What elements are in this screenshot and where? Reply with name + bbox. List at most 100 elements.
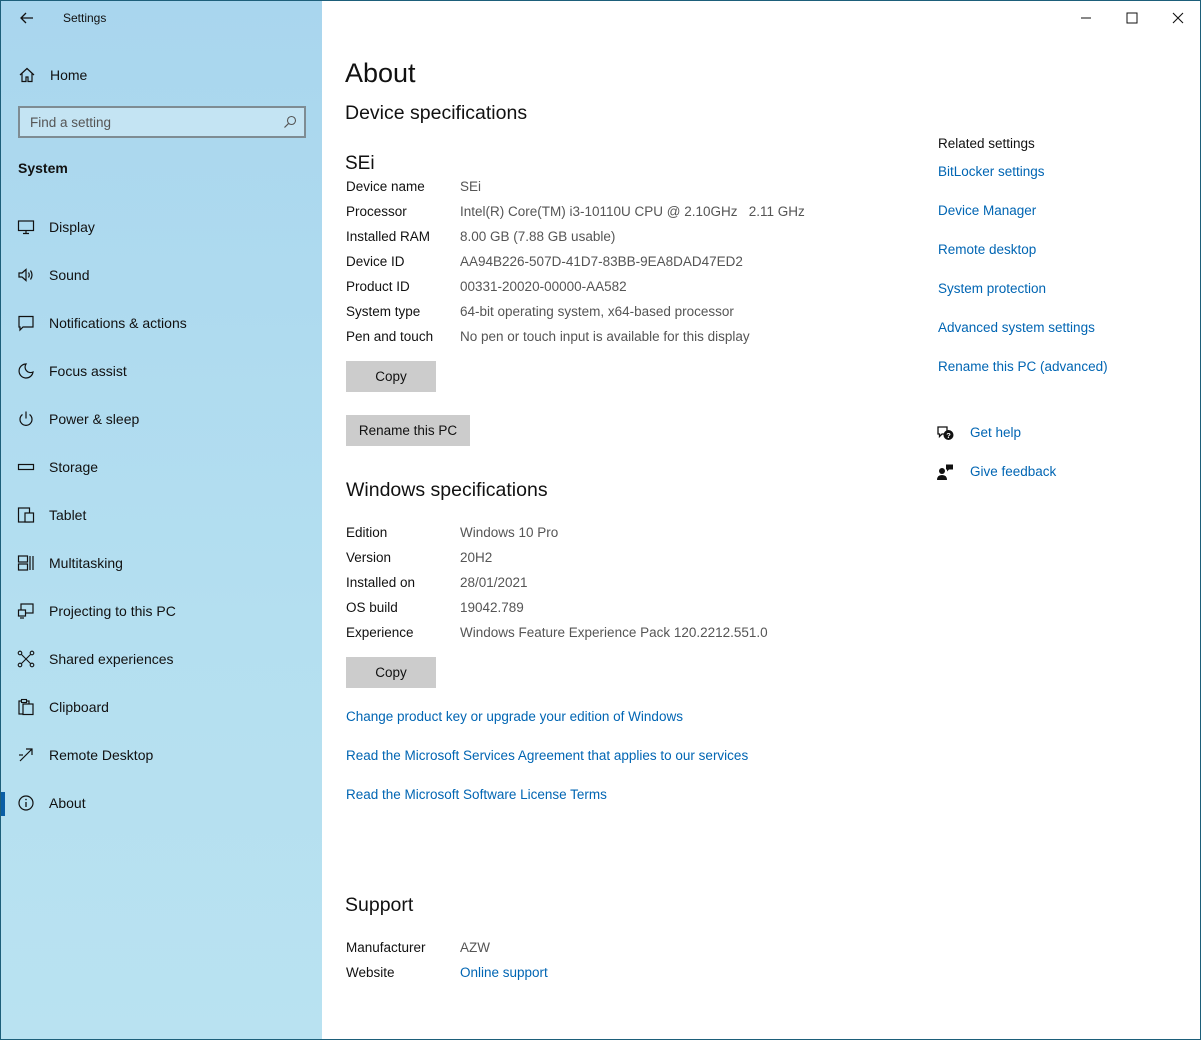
sidebar-item-label: Remote Desktop [49,747,154,763]
sidebar-item-tablet[interactable]: Tablet [1,491,322,539]
related-settings-title: Related settings [938,136,1035,151]
sidebar-item-label: About [49,795,86,811]
support-row-manufacturer: Manufacturer AZW [346,940,906,965]
give-feedback-label: Give feedback [970,464,1057,479]
sidebar-item-storage[interactable]: Storage [1,443,322,491]
back-button[interactable] [15,7,39,29]
spec-key: Version [346,550,392,565]
spec-key: System type [346,304,421,319]
sound-icon [18,268,33,282]
spec-value: Windows Feature Experience Pack 120.2212… [460,625,768,640]
sidebar-item-multitasking[interactable]: Multitasking [1,539,322,587]
sidebar-item-power-sleep[interactable]: Power & sleep [1,395,322,443]
power-icon [19,411,33,426]
win-spec-row-experience: Experience Windows Feature Experience Pa… [346,625,906,650]
window-title: Settings [63,11,107,25]
change-product-key-link[interactable]: Change product key or upgrade your editi… [346,709,683,724]
get-help-icon: ? [937,426,954,440]
advanced-system-settings-link[interactable]: Advanced system settings [938,320,1095,335]
services-agreement-link[interactable]: Read the Microsoft Services Agreement th… [346,748,748,763]
sidebar: Settings Home System Display [1,1,322,1039]
remote-desktop-icon [19,748,33,762]
spec-value: 8.00 GB (7.88 GB usable) [460,229,616,244]
spec-key: OS build [346,600,398,615]
shared-experiences-icon [17,650,35,668]
sidebar-item-display[interactable]: Display [1,203,322,251]
give-feedback-row[interactable]: Give feedback [936,461,1176,485]
search-box[interactable] [18,106,306,138]
win-spec-row-version: Version 20H2 [346,550,906,575]
sidebar-item-label: Sound [49,267,90,283]
main-content: About Device specifications SEi Device n… [322,1,1200,1039]
display-icon [17,220,35,235]
tablet-icon [17,507,35,523]
spec-value: 64-bit operating system, x64-based proce… [460,304,734,319]
spec-row-device-name: Device name SEi [346,179,906,204]
support-key: Website [346,965,395,980]
spec-key: Edition [346,525,388,540]
moon-icon [18,363,34,379]
win-spec-row-os-build: OS build 19042.789 [346,600,906,625]
svg-text:?: ? [946,431,951,440]
sidebar-item-label: Display [49,219,95,235]
sidebar-item-projecting[interactable]: Projecting to this PC [1,587,322,635]
sidebar-item-label: Clipboard [49,699,109,715]
spec-row-pen-touch: Pen and touch No pen or touch input is a… [346,329,906,354]
sidebar-item-label: Multitasking [49,555,123,571]
spec-value: SEi [460,179,482,194]
settings-window: Settings Home System Display [0,0,1201,1040]
spec-key: Device ID [346,254,405,269]
sidebar-item-sound[interactable]: Sound [1,251,322,299]
spec-row-system-type: System type 64-bit operating system, x64… [346,304,906,329]
spec-value: 00331-20020-00000-AA582 [460,279,627,294]
search-icon[interactable] [283,115,297,129]
spec-key: Experience [346,625,414,640]
get-help-row[interactable]: ? Get help [936,422,1176,446]
spec-value: Windows 10 Pro [460,525,559,540]
sidebar-nav: Display Sound Notifications & actions Fo… [1,203,322,827]
spec-value: AA94B226-507D-41D7-83BB-9EA8DAD47ED2 [460,254,743,269]
multitasking-icon [17,555,34,571]
projecting-icon [17,603,34,619]
system-protection-link[interactable]: System protection [938,281,1046,296]
storage-icon [17,463,35,471]
sidebar-item-label: Projecting to this PC [49,603,176,619]
device-manager-link[interactable]: Device Manager [938,203,1036,218]
spec-key: Installed on [346,575,416,590]
sidebar-item-label: Shared experiences [49,651,174,667]
copy-windows-specs-button[interactable]: Copy [346,657,436,688]
get-help-label: Get help [970,425,1022,440]
notifications-icon [18,315,34,332]
spec-row-processor: Processor Intel(R) Core(TM) i3-10110U CP… [346,204,906,229]
sidebar-item-label: Storage [49,459,99,475]
sidebar-item-about[interactable]: About [1,779,322,827]
bitlocker-settings-link[interactable]: BitLocker settings [938,164,1045,179]
sidebar-item-focus-assist[interactable]: Focus assist [1,347,322,395]
sidebar-item-label: Focus assist [49,363,127,379]
back-arrow-icon [20,12,33,24]
online-support-link[interactable]: Online support [460,965,548,980]
sidebar-item-shared-experiences[interactable]: Shared experiences [1,635,322,683]
spec-key: Installed RAM [346,229,431,244]
license-terms-link[interactable]: Read the Microsoft Software License Term… [346,787,607,802]
spec-row-device-id: Device ID AA94B226-507D-41D7-83BB-9EA8DA… [346,254,906,279]
spec-row-installed-ram: Installed RAM 8.00 GB (7.88 GB usable) [346,229,906,254]
spec-value: 28/01/2021 [460,575,528,590]
clipboard-icon [18,698,34,716]
rename-pc-advanced-link[interactable]: Rename this PC (advanced) [938,359,1108,374]
search-input[interactable] [20,108,304,136]
rename-pc-button[interactable]: Rename this PC [346,415,470,446]
sidebar-item-home[interactable]: Home [1,59,322,91]
spec-value: No pen or touch input is available for t… [460,329,750,344]
sidebar-item-clipboard[interactable]: Clipboard [1,683,322,731]
sidebar-home-label: Home [50,67,88,83]
support-heading: Support [345,894,414,916]
remote-desktop-link[interactable]: Remote desktop [938,242,1036,257]
info-icon [18,795,34,811]
copy-device-specs-button[interactable]: Copy [346,361,436,392]
sidebar-item-notifications[interactable]: Notifications & actions [1,299,322,347]
sidebar-item-remote-desktop[interactable]: Remote Desktop [1,731,322,779]
win-spec-row-edition: Edition Windows 10 Pro [346,525,906,550]
spec-row-product-id: Product ID 00331-20020-00000-AA582 [346,279,906,304]
device-name-heading: SEi [345,153,375,174]
